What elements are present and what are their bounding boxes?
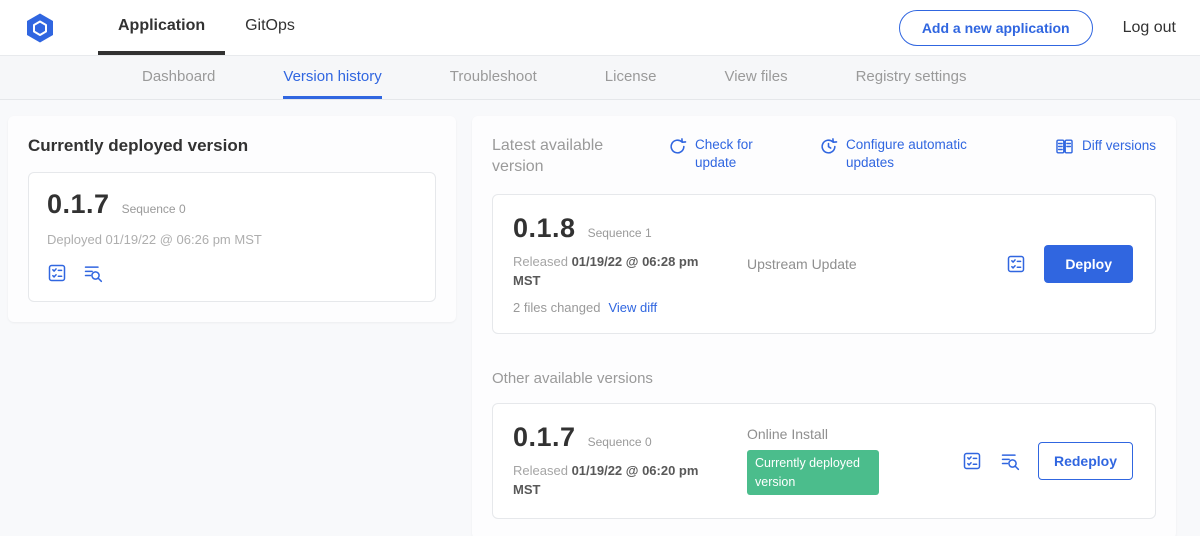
currently-deployed-panel: Currently deployed version 0.1.7 Sequenc…	[8, 116, 456, 322]
currently-deployed-badge: Currently deployed version	[747, 450, 879, 496]
subnav-item-dashboard[interactable]: Dashboard	[142, 56, 215, 99]
subnav-item-view-files[interactable]: View files	[724, 56, 787, 99]
refresh-icon	[668, 136, 687, 156]
deployed-version-card: 0.1.7 Sequence 0 Deployed 01/19/22 @ 06:…	[28, 172, 436, 302]
latest-sequence-label: Sequence 1	[588, 226, 652, 240]
deployed-timestamp: Deployed 01/19/22 @ 06:26 pm MST	[47, 232, 417, 247]
subnav-label: Registry settings	[856, 68, 967, 85]
top-bar-right: Add a new application Log out	[899, 0, 1176, 55]
app-subnav: Dashboard Version history Troubleshoot L…	[0, 56, 1200, 100]
subnav-label: Version history	[283, 68, 381, 85]
available-versions-panel: Latest available version Check for updat…	[472, 116, 1176, 536]
deployed-actions	[47, 263, 417, 283]
app-hexagon-logo-icon[interactable]	[24, 12, 56, 44]
deployed-version-number: 0.1.7	[47, 189, 110, 220]
latest-files-changed-row: 2 files changed View diff	[513, 300, 741, 315]
currently-deployed-title: Currently deployed version	[28, 136, 436, 156]
latest-version-info: 0.1.8 Sequence 1 Released 01/19/22 @ 06:…	[513, 213, 741, 315]
check-for-update-label: Check for update	[695, 136, 769, 171]
release-notes-icon[interactable]	[1006, 254, 1026, 274]
subnav-item-version-history[interactable]: Version history	[283, 56, 381, 99]
subnav-item-registry-settings[interactable]: Registry settings	[856, 56, 967, 99]
subnav-item-troubleshoot[interactable]: Troubleshoot	[450, 56, 537, 99]
redeploy-button[interactable]: Redeploy	[1038, 442, 1133, 480]
tab-application-label: Application	[118, 17, 205, 35]
other-version-actions: Redeploy	[962, 442, 1135, 480]
tab-application[interactable]: Application	[98, 0, 225, 55]
other-source-label: Online Install	[747, 426, 828, 442]
release-notes-icon[interactable]	[962, 451, 982, 471]
available-versions-header: Latest available version Check for updat…	[492, 136, 1156, 178]
top-bar: Application GitOps Add a new application…	[0, 0, 1200, 56]
latest-version-source: Upstream Update	[741, 256, 1006, 272]
subnav-item-license[interactable]: License	[605, 56, 657, 99]
deployed-sequence-label: Sequence 0	[122, 202, 186, 216]
tab-gitops-label: GitOps	[245, 17, 295, 35]
diff-versions-label: Diff versions	[1082, 137, 1156, 155]
release-notes-icon[interactable]	[47, 263, 67, 283]
latest-version-number: 0.1.8	[513, 213, 576, 244]
other-released-timestamp: Released 01/19/22 @ 06:20 pm MST	[513, 461, 708, 500]
diff-versions-icon	[1055, 136, 1074, 156]
configure-auto-updates-button[interactable]: Configure automatic updates	[819, 136, 1004, 171]
top-tabs: Application GitOps	[98, 0, 315, 55]
check-for-update-button[interactable]: Check for update	[668, 136, 769, 171]
latest-version-card: 0.1.8 Sequence 1 Released 01/19/22 @ 06:…	[492, 194, 1156, 334]
subnav-label: Troubleshoot	[450, 68, 537, 85]
auto-update-clock-icon	[819, 136, 838, 156]
other-sequence-label: Sequence 0	[588, 435, 652, 449]
latest-source-label: Upstream Update	[747, 256, 857, 272]
view-diff-link[interactable]: View diff	[608, 300, 657, 315]
deploy-button[interactable]: Deploy	[1044, 245, 1133, 283]
latest-released-timestamp: Released 01/19/22 @ 06:28 pm MST	[513, 252, 708, 291]
diff-versions-button[interactable]: Diff versions	[1055, 136, 1156, 156]
other-version-info: 0.1.7 Sequence 0 Released 01/19/22 @ 06:…	[513, 422, 741, 500]
latest-version-actions: Deploy	[1006, 245, 1135, 283]
latest-version-row: 0.1.8 Sequence 1	[513, 213, 741, 244]
deployed-version-row: 0.1.7 Sequence 0	[47, 189, 417, 220]
subnav-label: Dashboard	[142, 68, 215, 85]
other-version-card: 0.1.7 Sequence 0 Released 01/19/22 @ 06:…	[492, 403, 1156, 519]
tab-gitops[interactable]: GitOps	[225, 0, 315, 55]
files-changed-text: 2 files changed	[513, 300, 600, 315]
subnav-label: View files	[724, 68, 787, 85]
latest-available-title: Latest available version	[492, 136, 624, 178]
logout-link[interactable]: Log out	[1123, 19, 1176, 37]
file-diff-search-icon[interactable]	[83, 263, 103, 283]
add-application-button[interactable]: Add a new application	[899, 10, 1093, 46]
version-history-page: Currently deployed version 0.1.7 Sequenc…	[0, 100, 1200, 536]
other-version-source: Online Install Currently deployed versio…	[741, 426, 962, 496]
other-version-number: 0.1.7	[513, 422, 576, 453]
subnav-label: License	[605, 68, 657, 85]
other-version-row: 0.1.7 Sequence 0	[513, 422, 741, 453]
configure-auto-updates-label: Configure automatic updates	[846, 136, 1004, 171]
other-versions-title: Other available versions	[492, 370, 1156, 387]
file-diff-search-icon[interactable]	[1000, 451, 1020, 471]
